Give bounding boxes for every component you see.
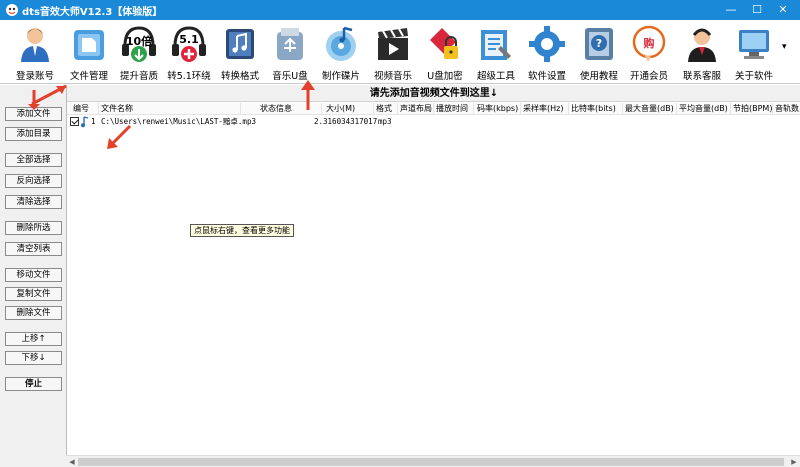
toolbar-label: 关于软件 — [734, 71, 773, 82]
usb-drive-icon — [277, 28, 303, 60]
horizontal-scrollbar[interactable]: ◀ ▶ — [66, 455, 800, 467]
gear-icon — [529, 26, 565, 62]
delete-file-button[interactable]: 删除文件 — [5, 306, 62, 320]
copy-file-button[interactable]: 复制文件 — [5, 287, 62, 301]
table-row[interactable]: 1 C:\Users\renwei\Music\LAST-黯卓.mp3 2.31… — [67, 116, 800, 128]
clear-selection-button[interactable]: 清除选择 — [5, 195, 62, 209]
row-index: 1 — [91, 117, 96, 126]
close-button[interactable]: ✕ — [770, 0, 796, 20]
invert-selection-button[interactable]: 反向选择 — [5, 174, 62, 188]
toolbar-music-usb-button[interactable]: 音乐U盘 — [263, 22, 317, 82]
computer-icon — [739, 30, 769, 59]
annotation-arrow-icon — [28, 84, 67, 110]
clear-list-button[interactable]: 清空列表 — [5, 242, 62, 256]
toolbar-login-button[interactable]: 登录账号 — [8, 22, 62, 82]
move-up-button[interactable]: 上移↑ — [5, 332, 62, 346]
column-header[interactable]: 播放时间 — [436, 103, 474, 115]
help-book-icon: ? — [585, 28, 613, 60]
music-note-icon — [226, 29, 254, 59]
window-title: dts音效大师V12.3【体验版】 — [22, 7, 163, 18]
row-format: mp3 — [378, 117, 392, 126]
scroll-left-icon[interactable]: ◀ — [66, 456, 78, 467]
column-header[interactable]: 节拍(BPM) — [733, 103, 773, 115]
row-checkbox[interactable] — [70, 117, 79, 126]
column-header[interactable]: 声道布局 — [400, 103, 434, 115]
stop-button[interactable]: 停止 — [5, 377, 62, 391]
toolbar-make-disc-button[interactable]: 制作碟片 — [314, 22, 368, 82]
svg-text:?: ? — [596, 37, 602, 50]
move-file-button[interactable]: 移动文件 — [5, 268, 62, 282]
column-header[interactable]: 格式 — [376, 103, 398, 115]
vip-badge: 购 — [643, 37, 655, 50]
headset-agent-icon — [688, 28, 716, 62]
column-header[interactable]: 比特率(bits) — [571, 103, 623, 115]
toolbar-usb-encrypt-button[interactable]: U盘加密 — [418, 22, 472, 82]
column-header[interactable]: 采样率(Hz) — [523, 103, 569, 115]
surround-badge: 5.1 — [179, 33, 199, 46]
file-list-panel[interactable]: 请先添加音视频文件到这里↓ 编号 文件名称 状态信息 大小(M) 格式 声道布局… — [66, 85, 800, 467]
toolbar-dropdown-icon[interactable]: ▾ — [782, 42, 787, 52]
cd-disc-icon — [326, 26, 356, 61]
title-bar[interactable]: dts音效大师V12.3【体验版】 — ☐ ✕ — [0, 0, 800, 20]
delete-selected-button[interactable]: 删除所选 — [5, 221, 62, 235]
toolbar-customer-service-button[interactable]: 联系客服 — [675, 22, 729, 82]
column-header[interactable]: 文件名称 — [101, 103, 241, 115]
main-toolbar: 登录账号 文件管理 10倍 提升音质 5.1 转5.1环绕 转换格式 音乐U盘 … — [0, 20, 800, 84]
toolbar-surround-51-button[interactable]: 5.1 转5.1环绕 — [162, 22, 216, 82]
audio-file-icon — [81, 116, 89, 128]
maximize-button[interactable]: ☐ — [744, 0, 770, 20]
column-header[interactable]: 音轨数 — [775, 103, 800, 115]
toolbar-settings-button[interactable]: 软件设置 — [520, 22, 574, 82]
clapperboard-icon — [378, 28, 408, 60]
add-folder-button[interactable]: 添加目录 — [5, 127, 62, 141]
usb-lock-icon — [430, 28, 458, 59]
minimize-button[interactable]: — — [718, 0, 744, 20]
select-all-button[interactable]: 全部选择 — [5, 153, 62, 167]
toolbar-video-music-button[interactable]: 视频音乐 — [366, 22, 420, 82]
drop-hint: 请先添加音视频文件到这里↓ — [67, 85, 800, 102]
toolbar-vip-button[interactable]: 购 开通会员 — [622, 22, 676, 82]
toolbox-icon — [481, 30, 511, 60]
scroll-right-icon[interactable]: ▶ — [788, 456, 800, 467]
annotation-arrow-icon — [301, 80, 315, 110]
column-header[interactable]: 平均音量(dB) — [679, 103, 731, 115]
toolbar-super-tools-button[interactable]: 超级工具 — [469, 22, 523, 82]
user-icon — [21, 28, 49, 62]
column-header[interactable]: 码率(kbps) — [477, 103, 521, 115]
sidebar: 添加文件 添加目录 全部选择 反向选择 清除选择 删除所选 清空列表 移动文件 … — [0, 85, 66, 467]
move-down-button[interactable]: 下移↓ — [5, 351, 62, 365]
column-header[interactable]: 大小(M) — [326, 103, 374, 115]
scrollbar-thumb[interactable] — [78, 458, 784, 466]
folder-icon — [74, 30, 104, 60]
enhance-badge: 10倍 — [125, 35, 153, 48]
context-tooltip: 点鼠标右键，查看更多功能 — [190, 224, 294, 237]
row-size: 2.316034317017 — [314, 117, 378, 126]
column-header[interactable]: 最大音量(dB) — [625, 103, 677, 115]
app-logo-icon — [6, 4, 18, 16]
table-header: 编号 文件名称 状态信息 大小(M) 格式 声道布局 播放时间 码率(kbps)… — [67, 103, 800, 115]
annotation-arrow-icon — [107, 124, 132, 149]
column-header[interactable]: 编号 — [73, 103, 99, 115]
toolbar-about-button[interactable]: 关于软件 — [727, 22, 781, 82]
